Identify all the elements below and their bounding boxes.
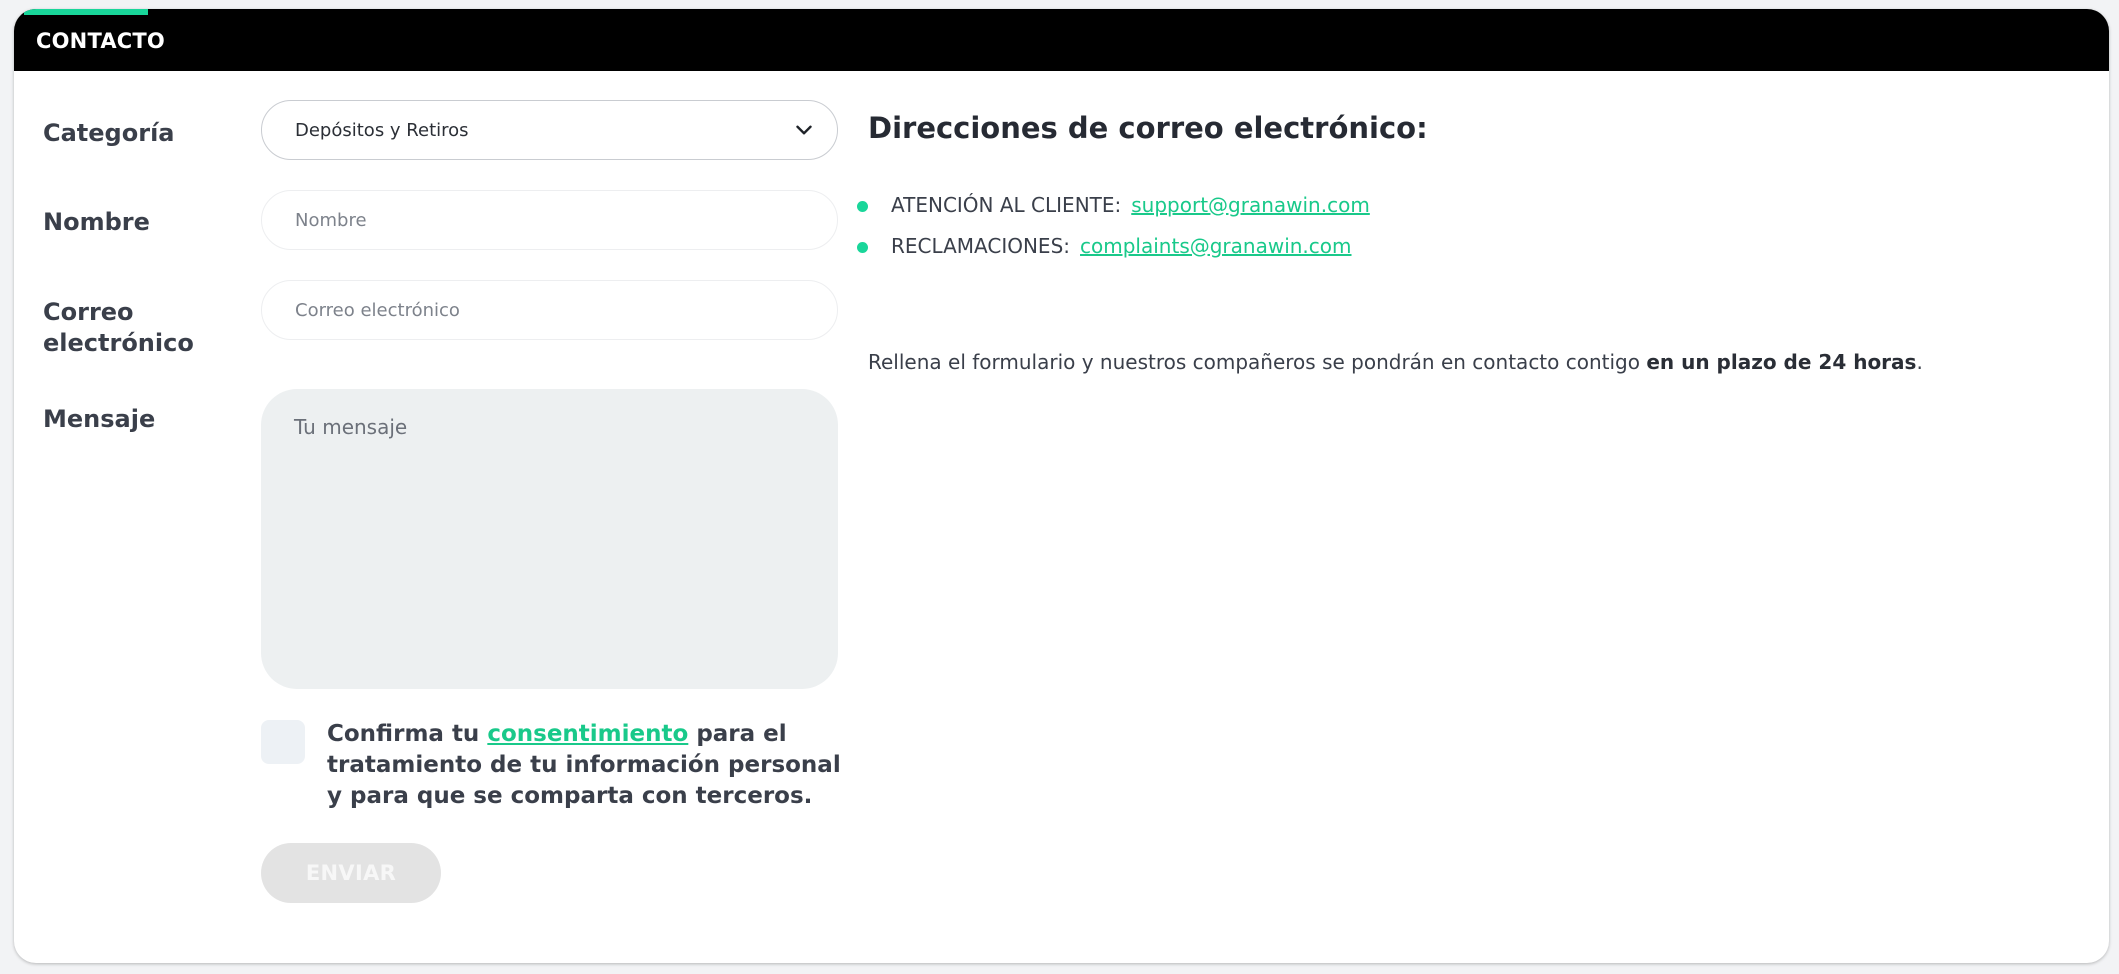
email-label-line2: electrónico — [43, 329, 194, 357]
chevron-down-icon — [796, 125, 812, 135]
info-bold: en un plazo de 24 horas — [1646, 350, 1917, 374]
message-placeholder: Tu mensaje — [294, 415, 408, 439]
message-label: Mensaje — [43, 405, 156, 433]
name-input[interactable]: Nombre — [261, 190, 838, 250]
response-info-text: Rellena el formulario y nuestros compañe… — [868, 350, 1923, 374]
email-placeholder: Correo electrónico — [295, 299, 460, 321]
header-bar: CONTACTO — [14, 9, 2109, 71]
complaints-email-link[interactable]: complaints@granawin.com — [1080, 234, 1351, 258]
category-label: Categoría — [43, 119, 175, 147]
support-email-link[interactable]: support@granawin.com — [1131, 193, 1370, 217]
info-end: . — [1916, 350, 1923, 374]
email-item-label: ATENCIÓN AL CLIENTE: — [891, 193, 1122, 217]
contact-card: CONTACTO Categoría Depósitos y Retiros N… — [14, 9, 2109, 963]
consent-checkbox[interactable] — [261, 720, 305, 764]
email-label-line1: Correo — [43, 298, 134, 326]
name-placeholder: Nombre — [295, 209, 367, 231]
info-text: Rellena el formulario y nuestros compañe… — [868, 350, 1647, 374]
email-item-support: ATENCIÓN AL CLIENTE: support@granawin.co… — [857, 193, 1370, 217]
email-input[interactable]: Correo electrónico — [261, 280, 838, 340]
bullet-icon — [857, 242, 868, 253]
consent-text: Confirma tu consentimiento para el trata… — [327, 719, 847, 812]
header-accent-bar — [24, 9, 148, 15]
consent-link[interactable]: consentimiento — [487, 721, 688, 747]
email-label: Correo electrónico — [43, 297, 194, 359]
submit-button[interactable]: ENVIAR — [261, 843, 441, 903]
consent-prefix: Confirma tu — [327, 721, 488, 747]
category-select[interactable]: Depósitos y Retiros — [261, 100, 838, 160]
message-textarea[interactable]: Tu mensaje — [261, 389, 838, 689]
email-item-label: RECLAMACIONES: — [891, 234, 1071, 258]
emails-title: Direcciones de correo electrónico: — [868, 111, 1428, 145]
name-label: Nombre — [43, 208, 150, 236]
page-title: CONTACTO — [36, 29, 165, 53]
bullet-icon — [857, 201, 868, 212]
category-selected-value: Depósitos y Retiros — [295, 119, 469, 141]
email-item-complaints: RECLAMACIONES: complaints@granawin.com — [857, 234, 1352, 258]
